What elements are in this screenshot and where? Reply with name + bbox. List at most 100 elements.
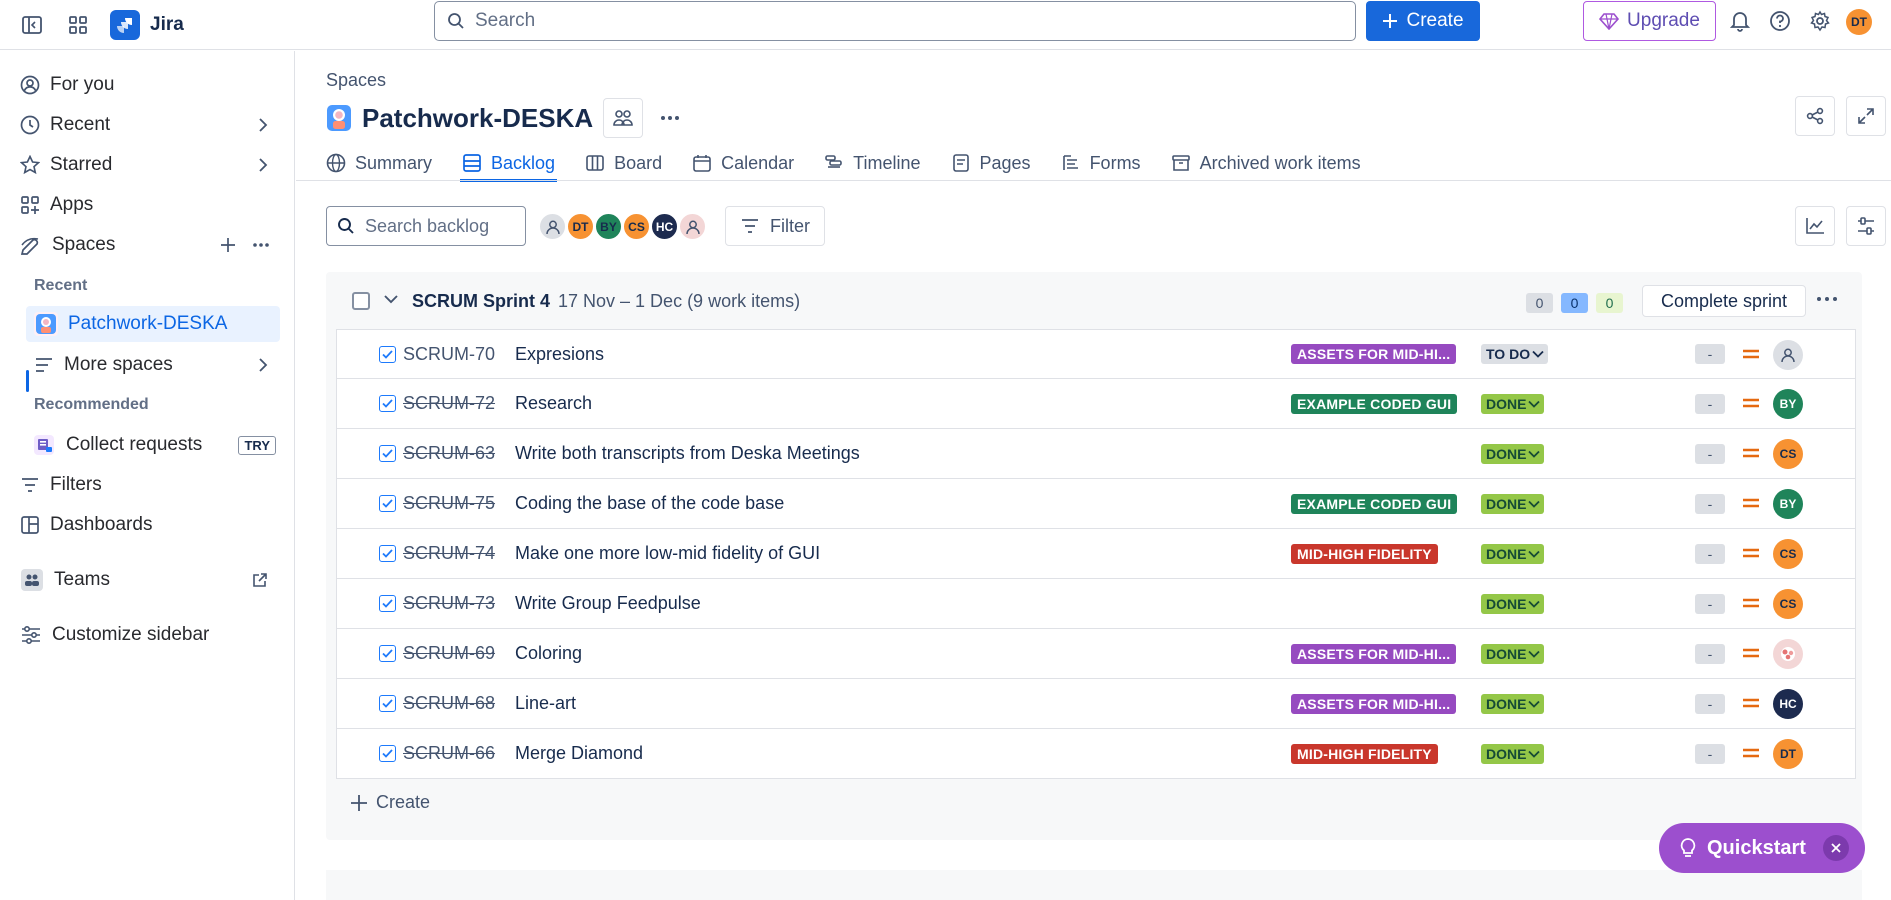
jira-logo[interactable]: Jira: [110, 9, 184, 40]
work-item-summary[interactable]: Research: [515, 393, 592, 414]
table-row[interactable]: SCRUM-70 Expresions ASSETS FOR MID-HI... TO…: [336, 329, 1856, 379]
work-item-key[interactable]: SCRUM-69: [403, 643, 495, 664]
sidebar-item-recent[interactable]: Recent: [20, 107, 280, 143]
table-row[interactable]: SCRUM-69 Coloring ASSETS FOR MID-HI... DONE…: [336, 629, 1856, 679]
sidebar-item-customize[interactable]: Customize sidebar: [20, 617, 280, 653]
assignee-avatar[interactable]: CS: [1773, 439, 1803, 469]
assignee-photo-avatar-icon[interactable]: [1773, 639, 1803, 669]
spaces-more-icon[interactable]: [252, 242, 270, 248]
share-icon[interactable]: [1795, 96, 1835, 136]
story-point-estimate[interactable]: -: [1695, 693, 1725, 714]
sprint-more-icon[interactable]: [1816, 296, 1838, 302]
sidebar-item-teams[interactable]: Teams: [20, 562, 280, 598]
story-point-estimate[interactable]: -: [1695, 543, 1725, 564]
assignee-avatar[interactable]: DT: [566, 212, 595, 241]
sidebar-item-project-patchwork-deska[interactable]: Patchwork-DESKA: [26, 306, 280, 342]
tab-board[interactable]: Board: [585, 146, 662, 180]
work-item-key[interactable]: SCRUM-74: [403, 543, 495, 564]
epic-lozenge[interactable]: ASSETS FOR MID-HI...: [1291, 693, 1457, 714]
filter-button[interactable]: Filter: [725, 206, 825, 246]
work-item-summary[interactable]: Write Group Feedpulse: [515, 593, 701, 614]
status-dropdown[interactable]: TO DO: [1481, 344, 1549, 364]
tab-backlog[interactable]: Backlog: [460, 146, 558, 182]
work-item-summary[interactable]: Line-art: [515, 693, 576, 714]
assignee-avatar[interactable]: CS: [622, 212, 651, 241]
add-space-plus-icon[interactable]: [220, 237, 236, 253]
work-item-summary[interactable]: Merge Diamond: [515, 743, 643, 764]
backlog-search[interactable]: [326, 206, 526, 246]
story-point-estimate[interactable]: -: [1695, 493, 1725, 514]
table-row[interactable]: SCRUM-73 Write Group Feedpulse DONE - CS: [336, 579, 1856, 629]
tab-archived-work-items[interactable]: Archived work items: [1171, 146, 1361, 180]
work-item-key[interactable]: SCRUM-63: [403, 443, 495, 464]
sidebar-item-spaces[interactable]: Spaces: [20, 227, 280, 263]
work-item-key[interactable]: SCRUM-66: [403, 743, 495, 764]
assignee-avatar-icon[interactable]: [538, 212, 567, 241]
sidebar-item-collect-requests[interactable]: Collect requests TRY: [32, 427, 280, 463]
epic-lozenge[interactable]: ASSETS FOR MID-HI...: [1291, 643, 1457, 664]
table-row[interactable]: SCRUM-72 Research EXAMPLE CODED GUI DONE - BY: [336, 379, 1856, 429]
table-row[interactable]: SCRUM-74 Make one more low-mid fidelity o…: [336, 529, 1856, 579]
assignee-avatar[interactable]: BY: [1773, 389, 1803, 419]
assignee-avatar[interactable]: CS: [1773, 539, 1803, 569]
epic-lozenge[interactable]: MID-HIGH FIDELITY: [1291, 543, 1438, 564]
assignee-avatar[interactable]: HC: [1773, 689, 1803, 719]
app-switcher-icon[interactable]: [64, 11, 92, 39]
work-item-summary[interactable]: Coding the base of the code base: [515, 493, 784, 514]
project-more-icon[interactable]: [653, 101, 687, 135]
sprint-select-checkbox[interactable]: [352, 292, 370, 310]
quickstart-button[interactable]: Quickstart: [1659, 823, 1865, 873]
assignee-avatar[interactable]: BY: [1773, 489, 1803, 519]
tab-pages[interactable]: Pages: [951, 146, 1031, 180]
fullscreen-expand-icon[interactable]: [1846, 96, 1886, 136]
global-search[interactable]: [434, 1, 1356, 41]
status-dropdown[interactable]: DONE: [1481, 493, 1545, 514]
work-item-key[interactable]: SCRUM-68: [403, 693, 495, 714]
chevron-down-icon[interactable]: [384, 294, 398, 304]
work-item-summary[interactable]: Make one more low-mid fidelity of GUI: [515, 543, 820, 564]
breadcrumb[interactable]: Spaces: [326, 70, 386, 91]
epic-lozenge[interactable]: MID-HIGH FIDELITY: [1291, 743, 1438, 764]
work-item-summary[interactable]: Expresions: [515, 344, 604, 365]
tab-timeline[interactable]: Timeline: [824, 146, 921, 180]
table-row[interactable]: SCRUM-68 Line-art ASSETS FOR MID-HI... DONE…: [336, 679, 1856, 729]
status-dropdown[interactable]: DONE: [1481, 593, 1545, 614]
team-people-icon[interactable]: [603, 98, 644, 138]
sidebar-toggle-icon[interactable]: [18, 11, 46, 39]
backlog-search-input[interactable]: [365, 215, 515, 237]
story-point-estimate[interactable]: -: [1695, 393, 1725, 414]
notifications-bell-icon[interactable]: [1728, 9, 1752, 33]
create-button[interactable]: Create: [1366, 1, 1480, 41]
tab-forms[interactable]: Forms: [1061, 146, 1141, 180]
work-item-key[interactable]: SCRUM-72: [403, 393, 495, 414]
work-item-summary[interactable]: Write both transcripts from Deska Meetin…: [515, 443, 860, 464]
work-item-key[interactable]: SCRUM-73: [403, 593, 495, 614]
story-point-estimate[interactable]: -: [1695, 443, 1725, 464]
work-item-summary[interactable]: Coloring: [515, 643, 582, 664]
tab-calendar[interactable]: Calendar: [692, 146, 794, 180]
upgrade-button[interactable]: Upgrade: [1583, 1, 1716, 41]
table-row[interactable]: SCRUM-63 Write both transcripts from Desk…: [336, 429, 1856, 479]
sidebar-item-starred[interactable]: Starred: [20, 147, 280, 183]
global-search-input[interactable]: [475, 10, 1275, 32]
story-point-estimate[interactable]: -: [1695, 743, 1725, 764]
work-item-key[interactable]: SCRUM-75: [403, 493, 495, 514]
sidebar-item-apps[interactable]: Apps: [20, 187, 280, 223]
assignee-avatar-icon[interactable]: [678, 212, 707, 241]
help-icon[interactable]: [1768, 9, 1792, 33]
status-dropdown[interactable]: DONE: [1481, 543, 1545, 564]
view-settings-sliders-icon[interactable]: [1846, 206, 1886, 246]
complete-sprint-button[interactable]: Complete sprint: [1642, 285, 1806, 317]
insights-chart-icon[interactable]: [1795, 206, 1835, 246]
user-avatar[interactable]: DT: [1846, 9, 1872, 35]
work-item-key[interactable]: SCRUM-70: [403, 344, 495, 365]
epic-lozenge[interactable]: EXAMPLE CODED GUI: [1291, 393, 1458, 414]
story-point-estimate[interactable]: -: [1695, 344, 1725, 364]
sidebar-item-more-spaces[interactable]: More spaces: [34, 347, 280, 383]
story-point-estimate[interactable]: -: [1695, 643, 1725, 664]
epic-lozenge[interactable]: EXAMPLE CODED GUI: [1291, 493, 1458, 514]
tab-summary[interactable]: Summary: [326, 146, 432, 180]
create-work-item-button[interactable]: Create: [350, 792, 430, 813]
status-dropdown[interactable]: DONE: [1481, 743, 1545, 764]
status-dropdown[interactable]: DONE: [1481, 643, 1545, 664]
